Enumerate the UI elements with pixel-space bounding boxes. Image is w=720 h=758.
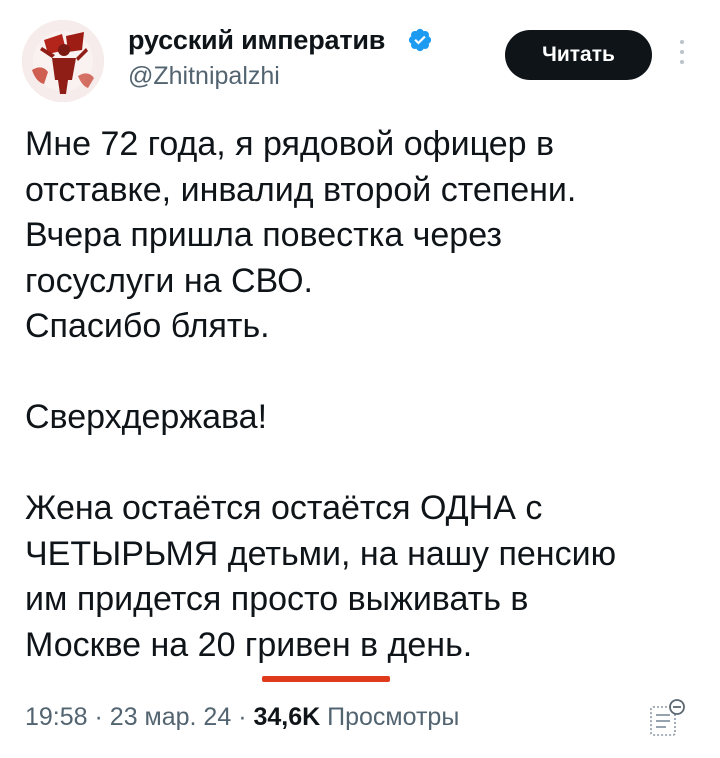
red-underline-annotation <box>262 676 390 682</box>
post-line: Москве на 20 гривен в день. <box>25 625 473 664</box>
more-vertical-icon[interactable] <box>672 40 692 72</box>
red-figure-avatar-icon <box>22 20 104 102</box>
post-line: Сверхдержава! <box>25 398 268 436</box>
avatar[interactable] <box>22 20 104 102</box>
post-line: Вчера пришла повестка через <box>25 216 502 254</box>
verified-badge-icon <box>408 28 432 52</box>
author-handle[interactable]: @Zhitnipalzhi <box>128 62 280 91</box>
post-meta: 19:58 · 23 мар. 24 · 34,6K Просмотры <box>25 703 459 732</box>
post-date[interactable]: 23 мар. 24 <box>110 703 231 731</box>
translate-icon[interactable] <box>647 697 687 739</box>
author-display-name[interactable]: русский императив <box>128 25 385 56</box>
post-line: госуслуги на СВО. <box>25 261 313 300</box>
meta-separator: · <box>238 703 247 731</box>
follow-button[interactable]: Читать <box>505 30 652 80</box>
tweet-card: русский императив @Zhitnipalzhi Читать М… <box>0 0 720 758</box>
views-label: Просмотры <box>327 703 460 731</box>
post-line-blank <box>25 350 705 396</box>
post-line: Спасибо блять. <box>25 307 270 345</box>
post-line: ЧЕТЫРЬМЯ детьми, на нашу пенсию <box>25 534 617 573</box>
views-count: 34,6K <box>253 703 321 731</box>
post-line: Мне 72 года, я рядовой офицер в <box>25 125 555 163</box>
post-line: им придется просто выживать в <box>25 580 529 618</box>
post-line: Жена остаётся остаётся ОДНА с <box>25 489 543 527</box>
post-line: отставке, инвалид второй степени. <box>25 170 577 209</box>
post-text: Мне 72 года, я рядовой офицер в отставке… <box>25 122 705 668</box>
post-time[interactable]: 19:58 <box>25 703 88 731</box>
meta-separator: · <box>94 703 103 731</box>
post-line-blank <box>25 441 705 487</box>
